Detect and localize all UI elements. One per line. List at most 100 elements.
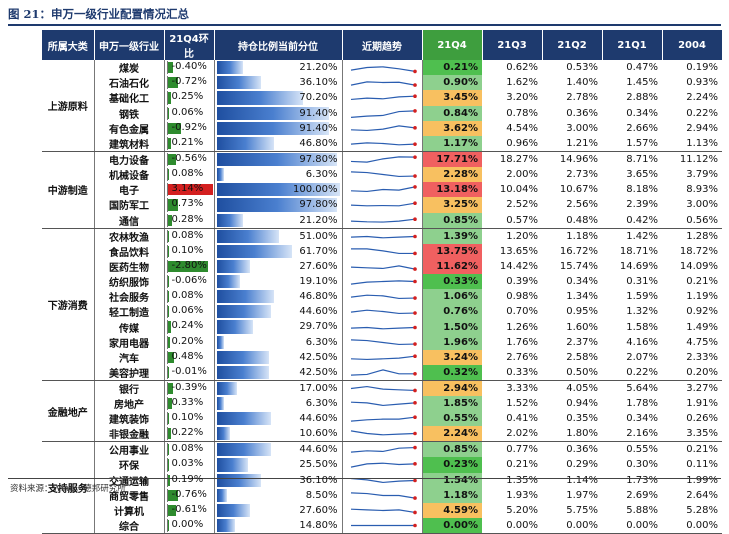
percentile-value: 17.00%: [299, 383, 338, 394]
value-2004: 0.21%: [686, 275, 718, 287]
trend-line: [350, 463, 415, 469]
value-2004: 8.93%: [686, 184, 718, 196]
position-percentile-cell: 51.00%: [214, 228, 343, 244]
value-2004: 0.11%: [686, 459, 718, 471]
value-2004: 18.72%: [679, 245, 718, 257]
percentile-bar: [216, 229, 280, 243]
value-21q4: 3.24%: [422, 349, 482, 365]
value-21q1: 1.32%: [626, 306, 658, 318]
value-21q1: 8.71%: [626, 153, 658, 165]
q4-change-cell: 0.06%: [164, 105, 215, 121]
q4-change-cell: 0.08%: [164, 228, 215, 244]
percentile-bar: [216, 382, 238, 395]
percentile-value: 36.10%: [299, 474, 338, 486]
trend-cell: [342, 380, 423, 396]
trend-line: [350, 326, 415, 329]
value-21q4: 1.85%: [422, 396, 482, 412]
percentile-bar: [216, 519, 235, 533]
q4-change-cell: -0.40%: [164, 60, 215, 76]
industry-name: 轻工制造: [94, 304, 165, 320]
industry-name: 纺织服饰: [94, 273, 165, 290]
position-percentile-cell: 27.60%: [214, 502, 343, 519]
table-row: 综合 0.00% 14.80% 0.00% 0.00% 0.00% 0.00% 0.00%: [42, 518, 722, 534]
value-21q1: 2.07%: [626, 351, 658, 363]
trend-endpoint: [412, 296, 417, 301]
trend-cell: [342, 151, 423, 167]
q4-change-cell: 0.00%: [164, 518, 215, 534]
trend-endpoint: [412, 185, 417, 189]
trend-endpoint: [412, 325, 417, 329]
position-percentile-cell: 27.60%: [214, 258, 343, 274]
trend-endpoint: [412, 94, 417, 99]
trend-line: [350, 385, 415, 392]
value-21q2: 0.34%: [566, 275, 598, 287]
value-21q3: 10.04%: [499, 184, 538, 196]
value-21q4: 1.17%: [422, 135, 482, 152]
header-2004: 2004: [662, 30, 723, 60]
trend-endpoint: [412, 462, 417, 467]
table-row: 基础化工 0.25% 70.20% 3.45% 3.20% 2.78% 2.88% 2.24%: [42, 90, 722, 106]
industry-name: 农林牧渔: [94, 228, 165, 244]
trend-sparkline: [350, 185, 417, 193]
trend-line: [350, 416, 415, 422]
industry-name: 建筑装饰: [94, 411, 165, 427]
q4-change-cell: -0.76%: [164, 487, 215, 503]
value-21q3: 2.76%: [506, 351, 538, 363]
value-21q2: 10.67%: [559, 184, 598, 196]
table-row: 有色金属 -0.92% 91.40% 3.62% 4.54% 3.00% 2.66% 2.94…: [42, 120, 722, 136]
percentile-value: 61.70%: [299, 245, 338, 257]
trend-sparkline: [350, 462, 417, 469]
trend-line: [350, 247, 415, 254]
trend-sparkline: [350, 477, 417, 483]
value-21q4: 0.85%: [422, 441, 482, 458]
trend-endpoint: [412, 510, 417, 515]
value-21q4: 2.24%: [422, 426, 482, 443]
value-21q4: 0.84%: [422, 105, 482, 121]
percentile-bar: [216, 335, 225, 349]
value-21q2: 16.72%: [559, 245, 598, 257]
value-2004: 2.33%: [686, 351, 718, 363]
value-2004: 3.79%: [686, 169, 718, 181]
trend-cell: [342, 441, 423, 458]
value-21q2: 0.29%: [566, 459, 598, 471]
trend-sparkline: [350, 325, 417, 329]
percentile-bar: [216, 473, 261, 487]
industry-name: 钢铁: [94, 105, 165, 121]
value-21q2: 1.97%: [566, 489, 598, 501]
change-bar: [167, 137, 171, 149]
value-21q1: 5.88%: [626, 505, 658, 517]
change-bar: [167, 291, 169, 303]
trend-line: [350, 156, 415, 163]
position-percentile-cell: 46.80%: [214, 289, 343, 305]
industry-name: 环保: [94, 457, 165, 473]
position-percentile-cell: 17.00%: [214, 380, 343, 396]
value-21q3: 1.76%: [506, 336, 538, 348]
percentile-bar: [216, 259, 251, 273]
position-percentile-cell: 44.60%: [214, 304, 343, 320]
change-bar: [167, 321, 171, 333]
value-21q2: 0.48%: [542, 212, 602, 229]
value-21q1: 1.73%: [626, 474, 658, 486]
trend-line: [350, 171, 415, 178]
change-value: 0.48%: [171, 350, 204, 362]
trend-cell: [342, 90, 423, 106]
trend-sparkline: [350, 339, 417, 346]
value-21q2: 1.21%: [542, 135, 602, 152]
value-21q3: 0.21%: [506, 459, 538, 471]
trend-line: [350, 339, 415, 345]
value-2004: 1.19%: [686, 291, 718, 303]
industry-name: 银行: [94, 380, 165, 396]
trend-sparkline: [350, 142, 417, 146]
position-percentile-cell: 21.20%: [214, 60, 343, 76]
percentile-value: 21.20%: [299, 214, 338, 226]
trend-cell: [342, 243, 423, 259]
position-percentile-cell: 44.60%: [214, 441, 343, 458]
trend-cell: [342, 457, 423, 473]
q4-change-cell: 0.06%: [164, 304, 215, 320]
percentile-value: 91.40%: [299, 122, 338, 134]
value-21q2: 3.00%: [566, 122, 598, 134]
industry-name: 非银金融: [94, 426, 165, 443]
change-value: -0.56%: [171, 152, 207, 164]
value-21q3: 0.00%: [482, 518, 542, 534]
industry-name: 社会服务: [94, 289, 165, 305]
